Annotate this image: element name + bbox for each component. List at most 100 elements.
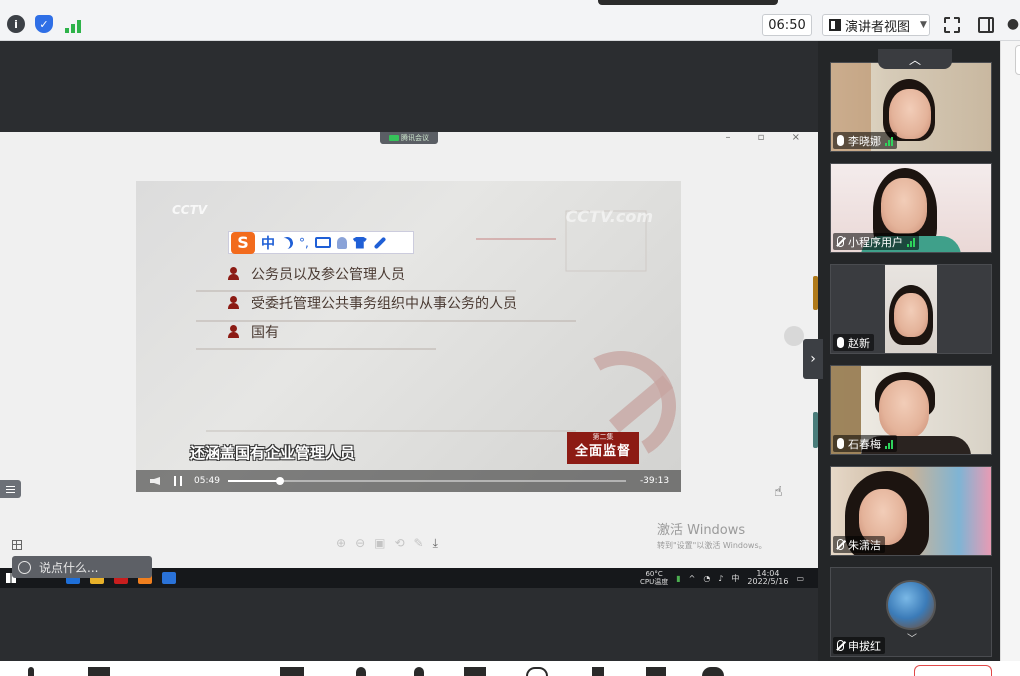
record-icon[interactable] <box>526 667 548 676</box>
list-item: 国有 <box>228 317 517 346</box>
participant-tile[interactable]: ﹀ 申拔红 <box>830 567 992 657</box>
participant-name-bar: 申拔红 <box>833 637 885 654</box>
mic-icon[interactable] <box>837 337 844 348</box>
settings-icon[interactable] <box>702 667 724 676</box>
participant-tile[interactable]: 朱潇洁 <box>830 466 992 556</box>
participant-name-bar: 李晓娜 <box>833 132 897 149</box>
cpu-temp-label: CPU温度 <box>639 578 669 586</box>
progress-bar[interactable] <box>227 477 626 485</box>
presenter-view-icon <box>829 19 841 31</box>
side-panel-icon[interactable] <box>978 17 994 33</box>
bullet-text: 公务员以及参公管理人员 <box>251 266 405 283</box>
skin-icon[interactable] <box>352 236 367 249</box>
activation-title: 激活 Windows <box>657 523 746 538</box>
grid-icon[interactable] <box>12 540 22 550</box>
hand-raise-icon[interactable] <box>592 667 604 676</box>
avatar <box>886 580 936 630</box>
window-controls[interactable]: – ▫ × <box>725 132 812 143</box>
ime-punctuation[interactable]: °, <box>299 236 309 250</box>
signal-icon[interactable] <box>63 15 83 33</box>
mic-muted-icon[interactable] <box>837 640 844 651</box>
pause-icon[interactable] <box>174 476 182 486</box>
user-icon[interactable] <box>336 236 347 249</box>
taskbar-app-icon[interactable] <box>162 572 176 584</box>
mic-icon[interactable] <box>837 438 844 449</box>
share-screen-icon[interactable] <box>280 667 304 676</box>
invite-icon[interactable] <box>356 667 366 676</box>
gutter-box <box>1015 45 1020 75</box>
rotate-icon[interactable]: ⟲ <box>394 536 404 551</box>
participant-name-bar: 朱潇洁 <box>833 536 885 553</box>
cpu-temp: 60°C CPU温度 <box>640 570 668 586</box>
viewer-tools: ⊕ ⊖ ▣ ⟲ ✎ ⤓ <box>336 536 438 551</box>
info-icon[interactable]: i <box>7 15 25 33</box>
bullet-text: 国有 <box>251 324 279 341</box>
taskbar-clock[interactable]: 14:04 2022/5/16 <box>747 570 788 586</box>
chat-icon[interactable] <box>464 667 486 676</box>
participant-tile[interactable]: 石春梅 <box>830 365 992 455</box>
chevron-right-icon[interactable]: › <box>803 339 823 379</box>
chat-input[interactable]: 说点什么... <box>12 556 152 578</box>
person-icon <box>228 296 239 309</box>
list-toggle-button[interactable] <box>0 480 21 498</box>
participant-tile[interactable]: 李晓娜 <box>830 62 992 152</box>
wrench-icon[interactable] <box>373 236 387 249</box>
ime-toolbar[interactable]: S 中 °, <box>228 231 414 254</box>
volume-icon[interactable]: ♪ <box>718 574 723 583</box>
participant-tile[interactable]: 小程序用户 <box>830 163 992 253</box>
emoji-icon[interactable] <box>18 560 31 574</box>
end-meeting-button[interactable] <box>914 665 992 676</box>
bullet-list: 公务员以及参公管理人员 受委托管理公共事务组织中从事公务的人员 国有 <box>228 259 517 346</box>
zoom-in-icon[interactable]: ⊕ <box>336 536 346 551</box>
bottom-toolbar <box>0 661 1020 676</box>
tray-ime[interactable]: 中 <box>731 573 739 584</box>
tray-chevron-icon[interactable]: ^ <box>689 574 696 583</box>
presenter-view-label: 演讲者视图 <box>845 19 911 35</box>
hand-cursor-icon: ☝ <box>774 484 783 500</box>
mic-muted-icon[interactable] <box>837 236 844 247</box>
progress-knob[interactable] <box>275 477 284 485</box>
apps-icon[interactable] <box>646 667 666 676</box>
participant-name-bar: 赵新 <box>833 334 874 351</box>
members-icon[interactable] <box>414 667 424 676</box>
participant-name: 申拔红 <box>848 639 881 653</box>
fullscreen-icon[interactable] <box>944 17 960 33</box>
ime-mode[interactable]: 中 <box>261 233 275 253</box>
share-tag-label: 腾讯会议 <box>401 134 429 142</box>
right-gutter <box>1000 41 1020 661</box>
episode-title: 全面监督 <box>574 444 631 459</box>
network-icon[interactable]: ◔ <box>703 574 710 583</box>
fit-page-icon[interactable]: ▣ <box>374 536 385 551</box>
ime-logo-icon[interactable]: S <box>231 231 255 254</box>
list-item: 受委托管理公共事务组织中从事公务的人员 <box>228 288 517 317</box>
participant-tile[interactable]: 赵新 <box>830 264 992 354</box>
download-icon[interactable]: ⤓ <box>433 536 438 551</box>
presenter-view-button[interactable]: 演讲者视图 ▼ <box>822 14 930 36</box>
volume-icon[interactable] <box>150 477 160 485</box>
next-slide-button[interactable] <box>784 326 804 346</box>
zoom-out-icon[interactable]: ⊖ <box>355 536 365 551</box>
camera-notch <box>598 0 778 5</box>
mic-muted-icon[interactable] <box>837 539 844 550</box>
mic-icon[interactable] <box>28 667 34 676</box>
moon-icon[interactable] <box>279 235 294 250</box>
participant-name-bar: 小程序用户 <box>833 233 919 250</box>
chevron-up-icon[interactable]: ︿ <box>878 49 952 69</box>
share-tag[interactable]: 腾讯会议 <box>380 132 438 144</box>
keyboard-icon[interactable] <box>314 237 331 248</box>
camera-icon[interactable] <box>88 667 110 676</box>
meeting-timer: 06:50 <box>762 14 812 36</box>
battery-icon[interactable]: ▮ <box>676 574 680 583</box>
chevron-down-icon: ▼ <box>920 20 927 30</box>
user-icon[interactable]: ● <box>1006 15 1020 33</box>
progress-fill <box>227 480 280 482</box>
chevron-down-icon[interactable]: ﹀ <box>907 630 917 645</box>
mic-icon[interactable] <box>837 135 844 146</box>
shield-icon[interactable]: ✓ <box>35 15 53 33</box>
pen-icon[interactable]: ✎ <box>414 536 424 551</box>
participant-name: 朱潇洁 <box>848 538 881 552</box>
stage-background <box>0 588 818 660</box>
video-player[interactable]: CCTV CCTV.com S 中 °, 公务员以及参公管理人员 受委托管理公共… <box>136 181 681 492</box>
video-controls: 05:49 -39:13 <box>136 470 681 492</box>
notification-icon[interactable]: ▭ <box>796 574 804 583</box>
